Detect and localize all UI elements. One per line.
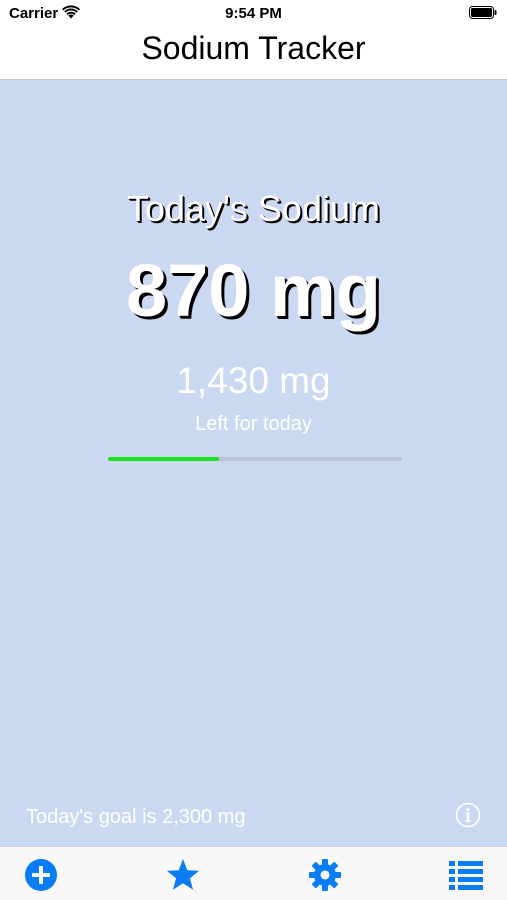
daily-goal-text: Today's goal is 2,300 mg <box>26 806 246 828</box>
sodium-progress-bar <box>108 457 402 461</box>
tab-bar <box>0 846 507 900</box>
info-icon[interactable] <box>455 802 481 828</box>
sodium-remaining: 1,430 mg <box>176 360 331 401</box>
add-icon <box>25 859 57 891</box>
todays-sodium-heading: Today's Sodium <box>126 188 380 229</box>
sodium-progress-fill <box>108 457 220 461</box>
battery-icon <box>469 6 497 19</box>
navigation-bar: Sodium Tracker <box>0 28 507 80</box>
tab-favorites[interactable] <box>165 857 201 893</box>
page-title: Sodium Tracker <box>141 30 366 66</box>
star-icon <box>166 859 200 890</box>
status-bar: Carrier 9:54 PM <box>0 0 507 28</box>
tab-settings[interactable] <box>307 857 343 893</box>
gear-icon <box>309 859 341 891</box>
tab-log[interactable] <box>448 857 484 893</box>
sodium-amount: 870 mg <box>125 249 382 332</box>
clock: 9:54 PM <box>225 5 282 22</box>
sodium-summary-panel: Today's Sodium 870 mg 1,430 mg Left for … <box>0 80 507 846</box>
list-icon <box>449 861 483 890</box>
tab-add[interactable] <box>23 857 59 893</box>
remaining-label: Left for today <box>195 413 312 435</box>
